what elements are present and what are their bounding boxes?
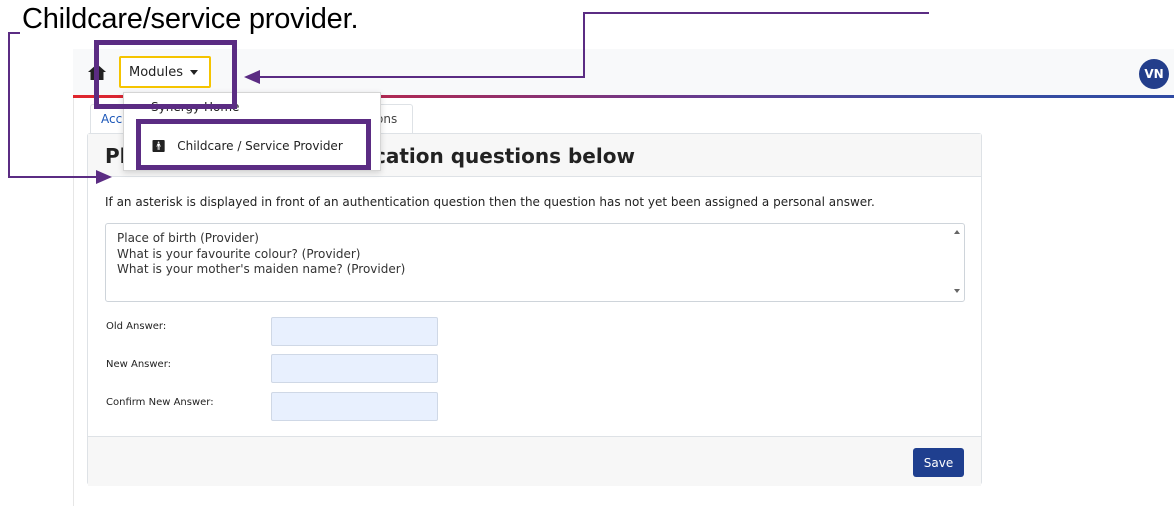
new-answer-field[interactable] bbox=[271, 354, 438, 383]
annotation-highlight-modules bbox=[94, 40, 237, 109]
annotation-arrow-line bbox=[583, 12, 585, 78]
arrow-left-icon bbox=[244, 70, 260, 84]
annotation-arrow-line bbox=[256, 76, 585, 78]
question-item[interactable]: What is your favourite colour? (Provider… bbox=[117, 247, 964, 263]
annotation-arrow-line bbox=[8, 32, 10, 178]
annotation-arrow-line bbox=[8, 176, 98, 178]
question-item[interactable]: Place of birth (Provider) bbox=[117, 231, 964, 247]
old-answer-label: Old Answer: bbox=[106, 321, 167, 332]
scroll-up-icon[interactable] bbox=[954, 230, 960, 234]
security-questions-panel: Pl cation questions below If an asterisk… bbox=[87, 133, 982, 486]
info-text: If an asterisk is displayed in front of … bbox=[105, 195, 875, 209]
annotation-caption: Childcare/service provider. bbox=[22, 3, 359, 35]
question-item[interactable]: What is your mother's maiden name? (Prov… bbox=[117, 262, 964, 278]
annotation-highlight-childcare bbox=[136, 119, 371, 170]
annotation-arrow-line bbox=[583, 12, 929, 14]
panel-footer: Save bbox=[88, 436, 981, 486]
scroll-down-icon[interactable] bbox=[954, 289, 960, 293]
confirm-answer-field[interactable] bbox=[271, 392, 438, 421]
old-answer-field[interactable] bbox=[271, 317, 438, 346]
tab-label-left: Acc bbox=[101, 112, 123, 126]
top-navbar bbox=[73, 49, 1174, 96]
arrow-right-icon bbox=[96, 170, 112, 184]
app-left-border bbox=[73, 49, 74, 506]
confirm-answer-label: Confirm New Answer: bbox=[106, 397, 214, 408]
new-answer-label: New Answer: bbox=[106, 359, 172, 370]
panel-title-right: cation questions below bbox=[374, 144, 635, 168]
questions-listbox[interactable]: Place of birth (Provider) What is your f… bbox=[105, 223, 965, 302]
save-button[interactable]: Save bbox=[913, 448, 964, 477]
user-avatar[interactable]: VN bbox=[1139, 59, 1169, 89]
